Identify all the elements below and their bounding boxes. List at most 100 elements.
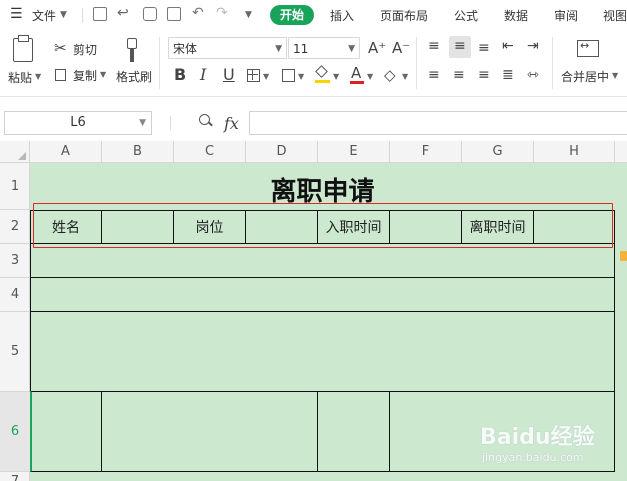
- decrease-font-icon[interactable]: A⁻: [392, 39, 410, 57]
- ribbon-divider: [416, 37, 417, 89]
- baidu-watermark: Baidu经验 jingyan.baidu.com: [480, 419, 620, 475]
- underline-icon[interactable]: U: [223, 66, 235, 84]
- cell-style-icon[interactable]: [282, 69, 295, 82]
- align-middle-icon[interactable]: ≡: [449, 36, 471, 58]
- save-icon[interactable]: [93, 7, 107, 21]
- paste-button[interactable]: 粘贴: [8, 69, 32, 86]
- merged-row-5[interactable]: [30, 311, 615, 392]
- font-color-icon[interactable]: A: [350, 64, 364, 84]
- formula-bar: L6 ▼ fx: [0, 104, 627, 140]
- undo-icon[interactable]: ↶: [192, 5, 204, 21]
- increase-font-icon[interactable]: A⁺: [368, 39, 386, 57]
- row-header-7[interactable]: 7: [0, 472, 30, 481]
- watermark-url: jingyan.baidu.com: [482, 451, 584, 464]
- merge-center-button[interactable]: 合并居中: [561, 68, 609, 85]
- tab-view[interactable]: 视图: [603, 7, 627, 24]
- paste-dropdown-icon[interactable]: ▼: [35, 72, 41, 81]
- column-header-f[interactable]: F: [390, 141, 462, 163]
- font-size-select[interactable]: 11 ▼: [288, 37, 360, 59]
- tab-formulas[interactable]: 公式: [454, 7, 478, 24]
- redo-icon[interactable]: ↷: [216, 5, 228, 21]
- merged-row-3[interactable]: [30, 243, 615, 278]
- row-header-2[interactable]: 2: [0, 210, 30, 244]
- font-color-dropdown-icon[interactable]: ▼: [367, 72, 373, 81]
- ribbon-divider: [159, 37, 160, 89]
- name-box-value: L6: [70, 115, 86, 130]
- quick-access-dropdown-icon[interactable]: ▼: [245, 10, 252, 20]
- name-box-dropdown-icon[interactable]: ▼: [139, 112, 146, 134]
- cell-e6[interactable]: [317, 391, 390, 472]
- borders-dropdown-icon[interactable]: ▼: [263, 72, 269, 81]
- paste-icon[interactable]: [13, 35, 33, 62]
- formula-divider: [170, 116, 171, 130]
- row-header-6[interactable]: 6: [0, 392, 30, 472]
- print-icon[interactable]: [143, 7, 157, 21]
- copy-dropdown-icon[interactable]: ▼: [100, 70, 106, 79]
- align-center-icon[interactable]: ≡: [453, 66, 465, 84]
- copy-icon[interactable]: [55, 69, 66, 81]
- increase-indent-icon[interactable]: ⇥: [527, 37, 539, 55]
- align-right-icon[interactable]: ≡: [478, 66, 490, 84]
- tab-data[interactable]: 数据: [504, 7, 528, 24]
- cell-style-dropdown-icon[interactable]: ▼: [298, 72, 304, 81]
- format-painter-button[interactable]: 格式刷: [116, 68, 152, 85]
- tab-page-layout[interactable]: 页面布局: [380, 7, 428, 24]
- clear-format-dropdown-icon[interactable]: ▼: [402, 72, 408, 81]
- column-header-h[interactable]: H: [534, 141, 615, 163]
- column-header-g[interactable]: G: [462, 141, 534, 163]
- tab-insert[interactable]: 插入: [330, 7, 354, 24]
- clear-format-icon[interactable]: ◇: [384, 66, 396, 84]
- name-box[interactable]: L6 ▼: [4, 111, 152, 135]
- menu-file[interactable]: 文件: [32, 7, 56, 24]
- distributed-align-icon[interactable]: ⇿: [527, 66, 539, 84]
- ribbon-divider: [552, 37, 553, 89]
- row-header-3[interactable]: 3: [0, 244, 30, 278]
- italic-icon[interactable]: I: [200, 66, 206, 84]
- fill-color-dropdown-icon[interactable]: ▼: [333, 72, 339, 81]
- column-header-b[interactable]: B: [102, 141, 174, 163]
- scissors-icon[interactable]: ✂: [54, 39, 67, 57]
- undo-history-icon[interactable]: ↩: [117, 5, 129, 21]
- ribbon: 粘贴 ▼ ✂ 剪切 复制 ▼ 格式刷 宋体 ▼ 11 ▼ A⁺ A⁻ B I U…: [0, 31, 627, 97]
- hamburger-menu-icon[interactable]: ☰: [10, 6, 23, 22]
- merged-cell-b6-d6[interactable]: [101, 391, 318, 472]
- borders-icon[interactable]: [247, 69, 260, 82]
- format-painter-icon[interactable]: [124, 38, 140, 63]
- copy-button[interactable]: 复制: [73, 67, 97, 84]
- tab-review[interactable]: 审阅: [554, 7, 578, 24]
- formula-input[interactable]: [249, 111, 627, 135]
- fill-color-icon[interactable]: [315, 65, 330, 83]
- zoom-search-icon[interactable]: [199, 114, 213, 127]
- align-bottom-icon[interactable]: ≡: [478, 39, 490, 57]
- column-header-e[interactable]: E: [318, 141, 390, 163]
- row-header-4[interactable]: 4: [0, 278, 30, 312]
- font-name-dropdown-icon[interactable]: ▼: [275, 38, 282, 60]
- watermark-brand: Baidu经验: [480, 425, 595, 450]
- bold-icon[interactable]: B: [174, 66, 186, 84]
- fx-icon[interactable]: fx: [224, 114, 239, 133]
- print-preview-icon[interactable]: [167, 7, 181, 21]
- column-header-d[interactable]: D: [246, 141, 318, 163]
- font-size-value: 11: [293, 42, 309, 56]
- column-header-a[interactable]: A: [30, 141, 102, 163]
- column-header-c[interactable]: C: [174, 141, 246, 163]
- font-size-dropdown-icon[interactable]: ▼: [348, 38, 355, 60]
- tab-start[interactable]: 开始: [270, 5, 314, 25]
- cell-a6[interactable]: [30, 391, 102, 472]
- merge-center-dropdown-icon[interactable]: ▼: [612, 71, 618, 80]
- align-left-icon[interactable]: ≡: [428, 66, 440, 84]
- row-header-5[interactable]: 5: [0, 312, 30, 392]
- spreadsheet-grid[interactable]: A B C D E F G H 1 2 3 4 5 6 7 离职申请 姓名 岗位…: [0, 141, 627, 481]
- justify-icon[interactable]: ≣: [502, 66, 514, 84]
- file-dropdown-icon[interactable]: ▼: [60, 10, 67, 20]
- row-header-1[interactable]: 1: [0, 163, 30, 210]
- font-name-select[interactable]: 宋体 ▼: [168, 37, 287, 59]
- align-top-icon[interactable]: ≡: [428, 37, 440, 55]
- cut-button[interactable]: 剪切: [73, 41, 97, 58]
- select-all-corner[interactable]: [0, 141, 30, 163]
- merged-row-4[interactable]: [30, 277, 615, 312]
- decrease-indent-icon[interactable]: ⇤: [502, 37, 514, 55]
- menu-divider: [82, 8, 83, 23]
- merge-center-icon[interactable]: ↔: [577, 39, 599, 57]
- row-2-highlight-box: [33, 203, 613, 248]
